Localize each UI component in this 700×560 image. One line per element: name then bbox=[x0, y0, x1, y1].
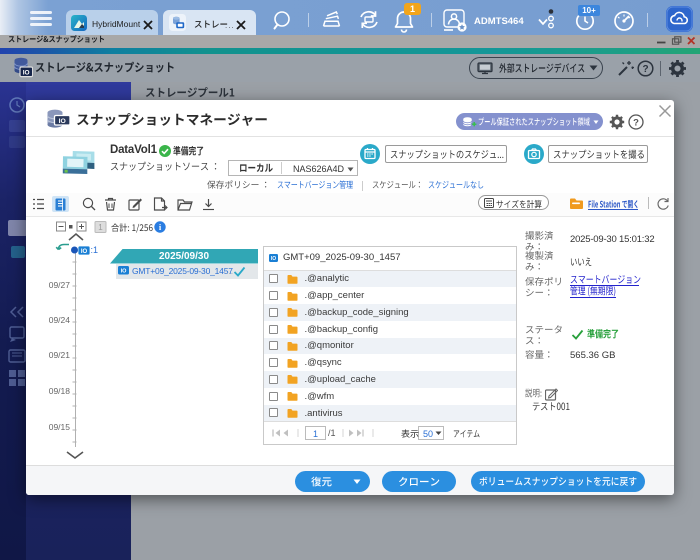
svg-text:1: 1 bbox=[98, 223, 103, 232]
svg-text:?: ? bbox=[642, 64, 648, 75]
svg-text:IO: IO bbox=[80, 249, 87, 255]
svg-text:?: ? bbox=[633, 118, 639, 129]
svg-text:IO: IO bbox=[23, 70, 30, 77]
svg-text:IO: IO bbox=[120, 269, 127, 275]
svg-text:IO: IO bbox=[59, 118, 66, 125]
svg-text:IO: IO bbox=[271, 256, 276, 262]
